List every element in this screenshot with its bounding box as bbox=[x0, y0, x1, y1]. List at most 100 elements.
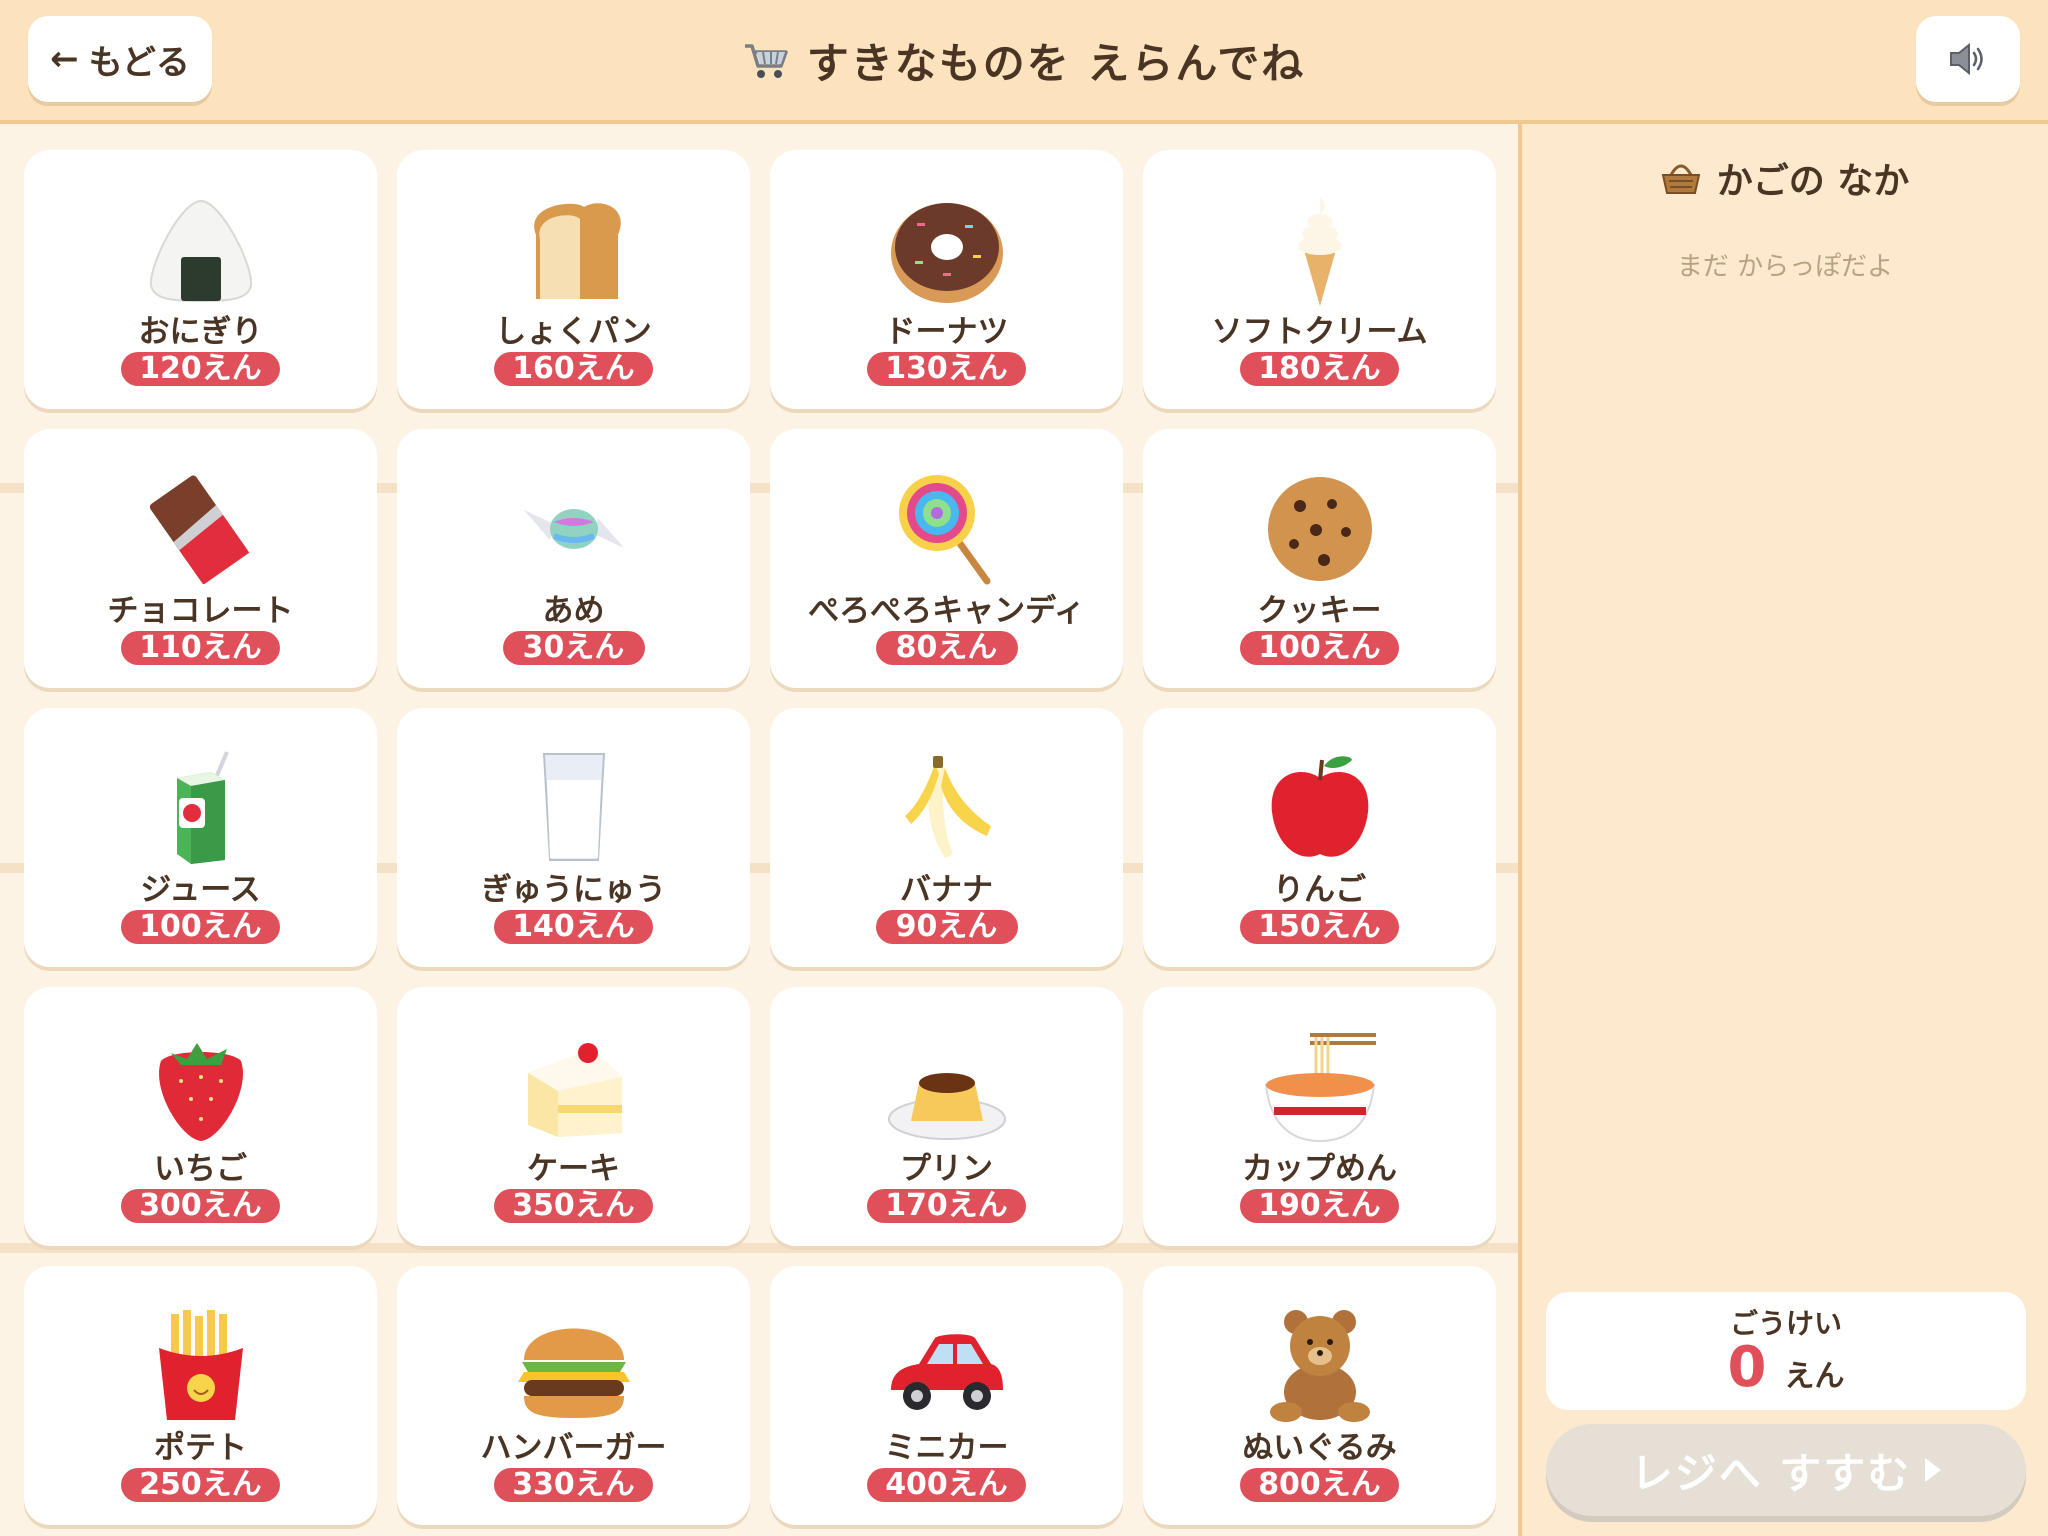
sound-button[interactable] bbox=[1916, 16, 2020, 102]
product-name: いちご bbox=[154, 1151, 247, 1187]
basket-title-text: かごの なか bbox=[1716, 161, 1910, 202]
banana-icon bbox=[904, 756, 991, 858]
product-card-milk[interactable]: ぎゅうにゅう 140えん bbox=[397, 708, 750, 967]
product-card-fries[interactable]: ポテト 250えん bbox=[24, 1266, 377, 1525]
price-badge: 190えん bbox=[1240, 1189, 1399, 1223]
price-badge: 180えん bbox=[1240, 352, 1399, 386]
product-name: クッキー bbox=[1257, 593, 1382, 629]
soft-ice-cream-icon bbox=[1297, 198, 1342, 306]
price-badge: 150えん bbox=[1240, 910, 1399, 944]
product-card-cake[interactable]: ケーキ 350えん bbox=[397, 987, 750, 1246]
apple-icon bbox=[1271, 756, 1368, 857]
product-card-lollipop[interactable]: ぺろぺろキャンディ 80えん bbox=[770, 429, 1123, 688]
price-badge: 30えん bbox=[502, 631, 645, 665]
basket-title: かごの なか bbox=[1522, 146, 2048, 210]
product-name: ぎゅうにゅう bbox=[480, 872, 667, 908]
checkout-button[interactable]: レジへ すすむ bbox=[1546, 1424, 2026, 1516]
product-name: ケーキ bbox=[527, 1151, 620, 1187]
price-badge: 130えん bbox=[867, 352, 1026, 386]
price-badge: 100えん bbox=[1240, 631, 1399, 665]
cake-icon bbox=[527, 1043, 622, 1137]
product-name: あめ bbox=[542, 593, 605, 629]
juice-box-icon bbox=[176, 751, 229, 864]
product-name: カップめん bbox=[1242, 1151, 1397, 1187]
product-name: ミニカー bbox=[884, 1430, 1009, 1466]
price-badge: 140えん bbox=[494, 910, 653, 944]
product-card-strawberry[interactable]: いちご 300えん bbox=[24, 987, 377, 1246]
price-badge: 160えん bbox=[494, 352, 653, 386]
product-card-toy-car[interactable]: ミニカー 400えん bbox=[770, 1266, 1123, 1525]
toy-car-icon bbox=[890, 1334, 1003, 1410]
teddy-bear-icon bbox=[1269, 1310, 1370, 1422]
product-name: ぺろぺろキャンディ bbox=[808, 593, 1085, 629]
checkout-button-label: レジへ すすむ bbox=[1630, 1448, 1912, 1498]
price-badge: 400えん bbox=[867, 1468, 1026, 1502]
play-arrow-icon bbox=[1925, 1458, 1942, 1482]
product-card-bread[interactable]: しょくパン 160えん bbox=[397, 150, 750, 409]
price-badge: 170えん bbox=[867, 1189, 1026, 1223]
price-badge: 300えん bbox=[121, 1189, 280, 1223]
product-name: プリン bbox=[900, 1151, 993, 1187]
chocolate-bar-icon bbox=[149, 475, 249, 584]
total-line: 0 えん bbox=[1546, 1336, 2026, 1400]
product-name: バナナ bbox=[900, 872, 993, 908]
shopping-cart-icon bbox=[744, 44, 788, 78]
donut-icon bbox=[890, 203, 1003, 303]
price-badge: 800えん bbox=[1240, 1468, 1399, 1502]
product-name: ポテト bbox=[154, 1430, 247, 1466]
price-badge: 90えん bbox=[875, 910, 1018, 944]
product-area: おにぎり 120えん しょくパン 160えん ドーナツ 130えん ソフトクリー… bbox=[0, 128, 1518, 1536]
candy-icon bbox=[523, 509, 624, 549]
price-badge: 120えん bbox=[121, 352, 280, 386]
hamburger-icon bbox=[517, 1328, 630, 1418]
rice-ball-icon bbox=[149, 199, 252, 303]
product-card-onigiri[interactable]: おにぎり 120えん bbox=[24, 150, 377, 409]
noodle-bowl-icon bbox=[1264, 1033, 1376, 1143]
basket-empty-message: まだ からっぽだよ bbox=[1676, 252, 1894, 282]
product-card-donut[interactable]: ドーナツ 130えん bbox=[770, 150, 1123, 409]
price-badge: 110えん bbox=[121, 631, 280, 665]
product-card-hamburger[interactable]: ハンバーガー 330えん bbox=[397, 1266, 750, 1525]
product-name: ぬいぐるみ bbox=[1242, 1430, 1397, 1466]
product-name: りんご bbox=[1273, 872, 1366, 908]
price-badge: 250えん bbox=[121, 1468, 280, 1502]
product-card-candy[interactable]: あめ 30えん bbox=[397, 429, 750, 688]
product-name: ソフトクリーム bbox=[1211, 314, 1428, 350]
price-badge: 100えん bbox=[121, 910, 280, 944]
strawberry-icon bbox=[158, 1043, 243, 1141]
speaker-icon bbox=[1950, 42, 1983, 76]
product-card-teddy-bear[interactable]: ぬいぐるみ 800えん bbox=[1143, 1266, 1496, 1525]
total-box: ごうけい 0 えん bbox=[1546, 1292, 2026, 1410]
price-badge: 330えん bbox=[494, 1468, 653, 1502]
product-name: チョコレート bbox=[107, 593, 294, 629]
product-card-juice[interactable]: ジュース 100えん bbox=[24, 708, 377, 967]
product-card-pudding[interactable]: プリン 170えん bbox=[770, 987, 1123, 1246]
price-badge: 350えん bbox=[494, 1189, 653, 1223]
page-title: すきなものを えらんでね bbox=[0, 0, 2048, 120]
cookie-icon bbox=[1267, 477, 1372, 581]
milk-glass-icon bbox=[542, 753, 605, 861]
basket-icon bbox=[1661, 164, 1700, 194]
pudding-icon bbox=[887, 1073, 1006, 1140]
basket-panel: かごの なか まだ からっぽだよ ごうけい 0 えん レジへ すすむ bbox=[1522, 124, 2048, 1536]
page-title-text: すきなものを えらんでね bbox=[806, 38, 1306, 88]
product-grid: おにぎり 120えん しょくパン 160えん ドーナツ 130えん ソフトクリー… bbox=[24, 150, 1496, 1525]
product-name: ジュース bbox=[140, 872, 261, 908]
price-badge: 80えん bbox=[875, 631, 1018, 665]
product-name: しょくパン bbox=[495, 314, 652, 350]
product-name: ドーナツ bbox=[884, 314, 1009, 350]
product-card-chocolate[interactable]: チョコレート 110えん bbox=[24, 429, 377, 688]
product-card-soft-cream[interactable]: ソフトクリーム 180えん bbox=[1143, 150, 1496, 409]
total-value: 0 bbox=[1727, 1335, 1767, 1400]
top-bar: ← もどる すきなものを えらんでね bbox=[0, 0, 2048, 124]
product-name: ハンバーガー bbox=[480, 1430, 667, 1466]
product-card-apple[interactable]: りんご 150えん bbox=[1143, 708, 1496, 967]
product-card-cookie[interactable]: クッキー 100えん bbox=[1143, 429, 1496, 688]
product-name: おにぎり bbox=[138, 314, 263, 350]
product-card-banana[interactable]: バナナ 90えん bbox=[770, 708, 1123, 967]
product-card-cup-noodle[interactable]: カップめん 190えん bbox=[1143, 987, 1496, 1246]
bread-icon bbox=[533, 203, 621, 299]
lollipop-icon bbox=[898, 475, 990, 585]
total-unit: えん bbox=[1784, 1359, 1845, 1394]
french-fries-icon bbox=[158, 1310, 243, 1420]
